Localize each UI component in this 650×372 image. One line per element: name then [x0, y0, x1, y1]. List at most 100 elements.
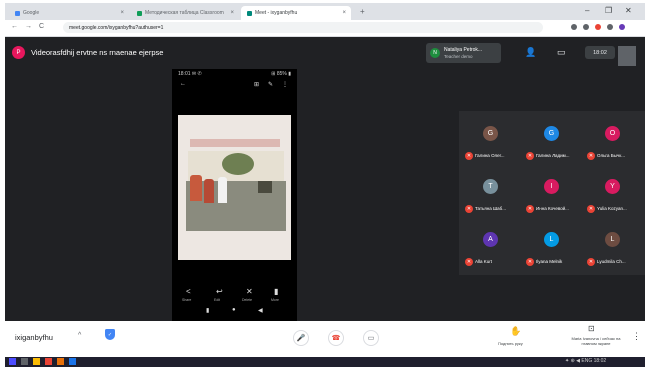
people-icon[interactable]: 👤: [525, 47, 536, 58]
profile-avatar[interactable]: [619, 24, 625, 30]
explorer-icon[interactable]: [33, 358, 40, 365]
participant-name: Alla Kurt: [475, 259, 493, 264]
phone-recents-icon: ▮: [206, 308, 210, 314]
start-icon[interactable]: [9, 358, 16, 365]
more-options-icon[interactable]: ⋮: [632, 331, 641, 342]
tab-meet[interactable]: Meet - ixyganbyfhu ×: [241, 6, 351, 20]
participant-name: Ilyana Melnik: [536, 259, 563, 264]
shield-icon[interactable]: ✓: [105, 329, 115, 340]
tab-title: Meet - ixyganbyfhu: [255, 10, 298, 16]
participant-grid: G ✕ Галина Олег... G ✕ Галина Ладим... O…: [459, 111, 645, 275]
shared-photo: [178, 115, 291, 260]
participant-name: Yulia Kozyan...: [597, 206, 627, 211]
participant-tile[interactable]: T ✕ Татьяна Шаб...: [462, 167, 520, 219]
reload-button[interactable]: C: [39, 23, 44, 30]
participant-name: Галина Ладим...: [536, 153, 570, 158]
participant-name: Инна Кочевой...: [536, 206, 569, 211]
minimize-button[interactable]: –: [585, 6, 589, 15]
meeting-toolbar: [5, 321, 645, 357]
phone-back-icon: ←: [180, 81, 186, 87]
search-icon[interactable]: [21, 358, 28, 365]
photo-person: [218, 177, 227, 203]
photo-person: [190, 175, 202, 201]
back-button[interactable]: ←: [11, 23, 18, 30]
extension-icon[interactable]: [571, 24, 577, 30]
meeting-clock: 18:02: [585, 46, 615, 59]
phone-menu-icon: ⋮: [282, 82, 288, 88]
extension-icon[interactable]: [595, 24, 601, 30]
participant-avatar: I: [544, 179, 559, 194]
participant-tile[interactable]: A ✕ Alla Kurt: [462, 220, 520, 272]
close-tab-icon[interactable]: ×: [230, 10, 234, 16]
close-tab-icon[interactable]: ×: [342, 10, 346, 16]
participant-name: Lyudmila Ch...: [597, 259, 626, 264]
participant-avatar: G: [544, 126, 559, 141]
more-label: More: [271, 298, 279, 302]
self-view-thumbnail[interactable]: [618, 46, 636, 66]
tab-classroom[interactable]: Методическая таблица Classroom ×: [131, 6, 239, 20]
close-tab-icon[interactable]: ×: [120, 10, 124, 16]
more-icon: ▮: [274, 287, 279, 296]
meeting-code[interactable]: ixiganbyfhu: [15, 333, 53, 342]
phone-gallery-icon: ⊞: [254, 82, 260, 88]
url-text: meet.google.com/ixyganbyfhu?authuser=1: [69, 24, 164, 31]
participant-tile[interactable]: I ✕ Инна Кочевой...: [523, 167, 581, 219]
muted-mic-icon: ✕: [526, 258, 534, 266]
sheets-favicon-icon: [137, 10, 142, 16]
address-row: ← → C meet.google.com/ixyganbyfhu?authus…: [5, 20, 645, 37]
extension-icon[interactable]: [607, 24, 613, 30]
presentation-title: Videorasfdhij ervtne ns rnaenae ejerpse: [31, 48, 164, 57]
photo-vehicle: [258, 181, 272, 193]
tab-title: Методическая таблица Classroom: [145, 10, 224, 16]
photo-person: [204, 179, 214, 203]
share-label: Share: [182, 298, 192, 302]
tab-google[interactable]: Google ×: [9, 6, 129, 20]
forward-button[interactable]: →: [25, 23, 32, 30]
tab-title: Google: [23, 10, 40, 16]
tab-strip: Google × Методическая таблица Classroom …: [5, 3, 645, 20]
presenter-avatar: N: [430, 48, 440, 58]
meet-favicon-icon: [247, 10, 252, 16]
delete-label: Delete: [242, 298, 253, 302]
photo-tree: [222, 153, 254, 175]
app-icon[interactable]: [69, 358, 76, 365]
participant-tile[interactable]: L ✕ Ilyana Melnik: [523, 220, 581, 272]
meet-window: Google × Методическая таблица Classroom …: [5, 3, 645, 367]
muted-mic-icon: ✕: [526, 152, 534, 160]
camera-button[interactable]: ▭: [363, 330, 379, 346]
extension-icon[interactable]: [583, 24, 589, 30]
participant-tile[interactable]: L ✕ Lyudmila Ch...: [584, 220, 642, 272]
chevron-up-icon[interactable]: ^: [78, 332, 81, 339]
present-screen-icon[interactable]: ⊡: [588, 324, 595, 333]
close-window-button[interactable]: ✕: [625, 6, 632, 15]
raise-hand-icon[interactable]: ✋: [510, 326, 521, 337]
participant-tile[interactable]: G ✕ Галина Олег...: [462, 114, 520, 166]
mic-button[interactable]: 🎤: [293, 330, 309, 346]
presenter-chip[interactable]: N Nataliya Petrok... Teacher demo: [426, 43, 501, 63]
participant-name: Татьяна Шаб...: [475, 206, 506, 211]
participant-tile[interactable]: O ✕ Ольга Бычк...: [584, 114, 642, 166]
chat-icon[interactable]: ▭: [557, 47, 566, 58]
participant-avatar: Y: [605, 179, 620, 194]
phone-status-left: 18:01 ✉ ✆: [178, 71, 202, 77]
system-tray[interactable]: ✦ ⊕ ◀ ENG 18:02: [565, 358, 606, 364]
app-icon[interactable]: [57, 358, 64, 365]
raise-hand-label[interactable]: Поднять руку: [498, 341, 523, 346]
muted-mic-icon: ✕: [587, 258, 595, 266]
participant-tile[interactable]: Y ✕ Yulia Kozyan...: [584, 167, 642, 219]
windows-taskbar: ✦ ⊕ ◀ ENG 18:02: [5, 357, 645, 367]
phone-home-icon: ●: [232, 307, 236, 313]
phone-edit-icon: ✎: [268, 82, 274, 88]
participant-avatar: T: [483, 179, 498, 194]
muted-mic-icon: ✕: [587, 152, 595, 160]
chrome-icon[interactable]: [45, 358, 52, 365]
maximize-button[interactable]: ❐: [605, 6, 612, 15]
presenting-label[interactable]: Maria Ivanovna / сейчас на главном экран…: [565, 336, 627, 346]
new-tab-button[interactable]: +: [360, 7, 365, 16]
participant-tile[interactable]: G ✕ Галина Ладим...: [523, 114, 581, 166]
address-bar[interactable]: meet.google.com/ixyganbyfhu?authuser=1: [63, 22, 543, 33]
muted-mic-icon: ✕: [465, 205, 473, 213]
end-call-button[interactable]: ☎: [328, 330, 344, 346]
muted-mic-icon: ✕: [465, 258, 473, 266]
share-icon: <: [186, 287, 191, 296]
